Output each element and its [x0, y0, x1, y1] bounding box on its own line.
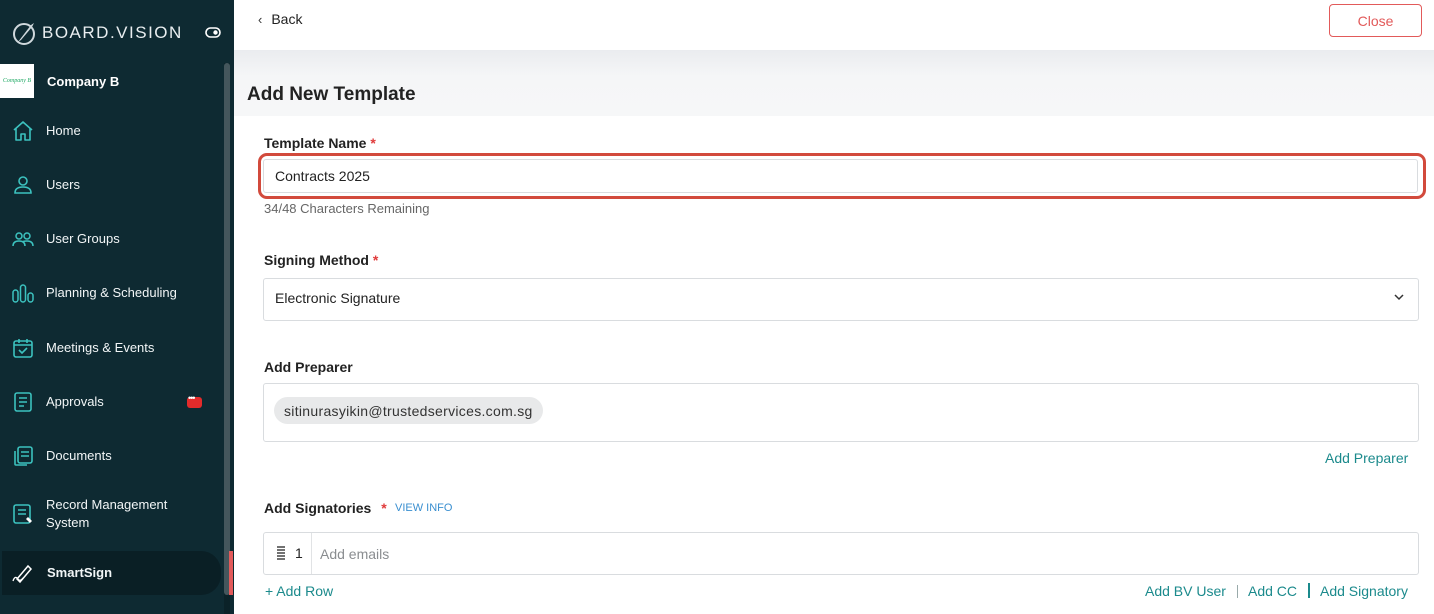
- template-name-label: Template Name *: [264, 135, 376, 151]
- chevron-left-icon: ‹: [258, 11, 263, 27]
- required-mark: *: [370, 135, 376, 151]
- sidebar-item-label: SmartSign: [47, 565, 113, 580]
- sidebar-item-label: Meetings & Events: [46, 340, 155, 355]
- sidebar-item-user-groups[interactable]: User Groups: [0, 219, 226, 259]
- back-button[interactable]: ‹ Back: [258, 11, 302, 27]
- bar-chart-icon: [12, 284, 34, 303]
- chat-bubble-icon: [187, 393, 202, 408]
- signing-method-label-text: Signing Method: [264, 252, 369, 268]
- company-name: Company B: [47, 73, 120, 89]
- toggle-icon[interactable]: [205, 27, 221, 38]
- add-cc-link[interactable]: Add CC: [1248, 583, 1297, 599]
- required-mark: *: [372, 252, 379, 268]
- characters-remaining: 34/48 Characters Remaining: [264, 201, 430, 216]
- sidebar-item-label: Users: [46, 177, 80, 192]
- link-divider: [1308, 583, 1310, 598]
- sidebar-item-record-management[interactable]: Record Management System: [0, 494, 226, 534]
- brand[interactable]: BOARD.VISION: [12, 20, 183, 46]
- company-logo: Company B: [0, 64, 34, 98]
- add-row-link[interactable]: + Add Row: [265, 583, 333, 599]
- sidebar-item-home[interactable]: Home: [0, 111, 226, 151]
- sidebar-item-label: Planning & Scheduling: [46, 285, 177, 300]
- back-label: Back: [271, 11, 303, 27]
- signatory-emails-input[interactable]: [312, 534, 1417, 573]
- view-info-link[interactable]: VIEW INFO: [395, 502, 452, 514]
- required-mark: *: [381, 500, 387, 516]
- sidebar-item-label: Record Management System: [46, 497, 168, 530]
- sidebar-item-meetings-events[interactable]: Meetings & Events: [0, 328, 226, 368]
- preparer-chip[interactable]: sitinurasyikin@trustedservices.com.sg: [274, 397, 543, 424]
- add-signatory-link[interactable]: Add Signatory: [1320, 583, 1408, 599]
- add-preparer-label: Add Preparer: [264, 359, 353, 375]
- sidebar-scrollbar-thumb[interactable]: [224, 63, 230, 595]
- app-root: BOARD.VISION Company B Company B Home Us…: [0, 0, 1434, 614]
- page-header: [234, 50, 1434, 116]
- topbar: [234, 0, 1434, 50]
- sidebar-item-label: User Groups: [46, 231, 120, 246]
- drag-handle-icon[interactable]: [276, 546, 286, 560]
- calendar-check-icon: [13, 339, 33, 358]
- sidebar-item-label: Home: [46, 123, 81, 138]
- signing-method-value: Electronic Signature: [275, 290, 401, 306]
- field-highlight: [258, 153, 1426, 199]
- signing-method-select[interactable]: [263, 278, 1419, 321]
- sidebar-item-approvals[interactable]: Approvals: [0, 382, 226, 422]
- record-icon: [13, 504, 32, 524]
- document-icon: [14, 392, 32, 412]
- pen-icon: [12, 564, 33, 584]
- add-signatories-label-text: Add Signatories: [264, 500, 372, 516]
- active-indicator: [229, 551, 233, 595]
- page-title: Add New Template: [247, 84, 416, 105]
- user-icon: [14, 176, 32, 194]
- close-button[interactable]: Close: [1329, 4, 1422, 37]
- sidebar-item-label: Documents: [46, 448, 112, 463]
- users-icon: [12, 232, 34, 247]
- chevron-down-icon[interactable]: [1393, 292, 1405, 302]
- add-preparer-link[interactable]: Add Preparer: [1325, 450, 1408, 466]
- board-vision-logo-icon: [13, 23, 35, 45]
- sidebar-item-users[interactable]: Users: [0, 165, 226, 205]
- sidebar-item-planning-scheduling[interactable]: Planning & Scheduling: [0, 273, 226, 313]
- company-switcher[interactable]: Company B Company B: [0, 64, 234, 98]
- sidebar-item-smartsign[interactable]: SmartSign: [2, 551, 221, 595]
- signatory-row-number: 1: [295, 545, 303, 561]
- add-signatories-label: Add Signatories *: [264, 500, 387, 516]
- sidebar-item-documents[interactable]: Documents: [0, 436, 226, 476]
- link-divider: [1237, 585, 1238, 598]
- home-icon: [13, 121, 33, 141]
- template-name-label-text: Template Name: [264, 135, 367, 151]
- documents-icon: [14, 446, 33, 466]
- signing-method-label: Signing Method *: [264, 252, 378, 268]
- brand-name: BOARD.VISION: [42, 23, 183, 42]
- sidebar-item-label: Approvals: [46, 394, 104, 409]
- add-bv-user-link[interactable]: Add BV User: [1145, 583, 1226, 599]
- sidebar: BOARD.VISION Company B Company B Home Us…: [0, 0, 234, 614]
